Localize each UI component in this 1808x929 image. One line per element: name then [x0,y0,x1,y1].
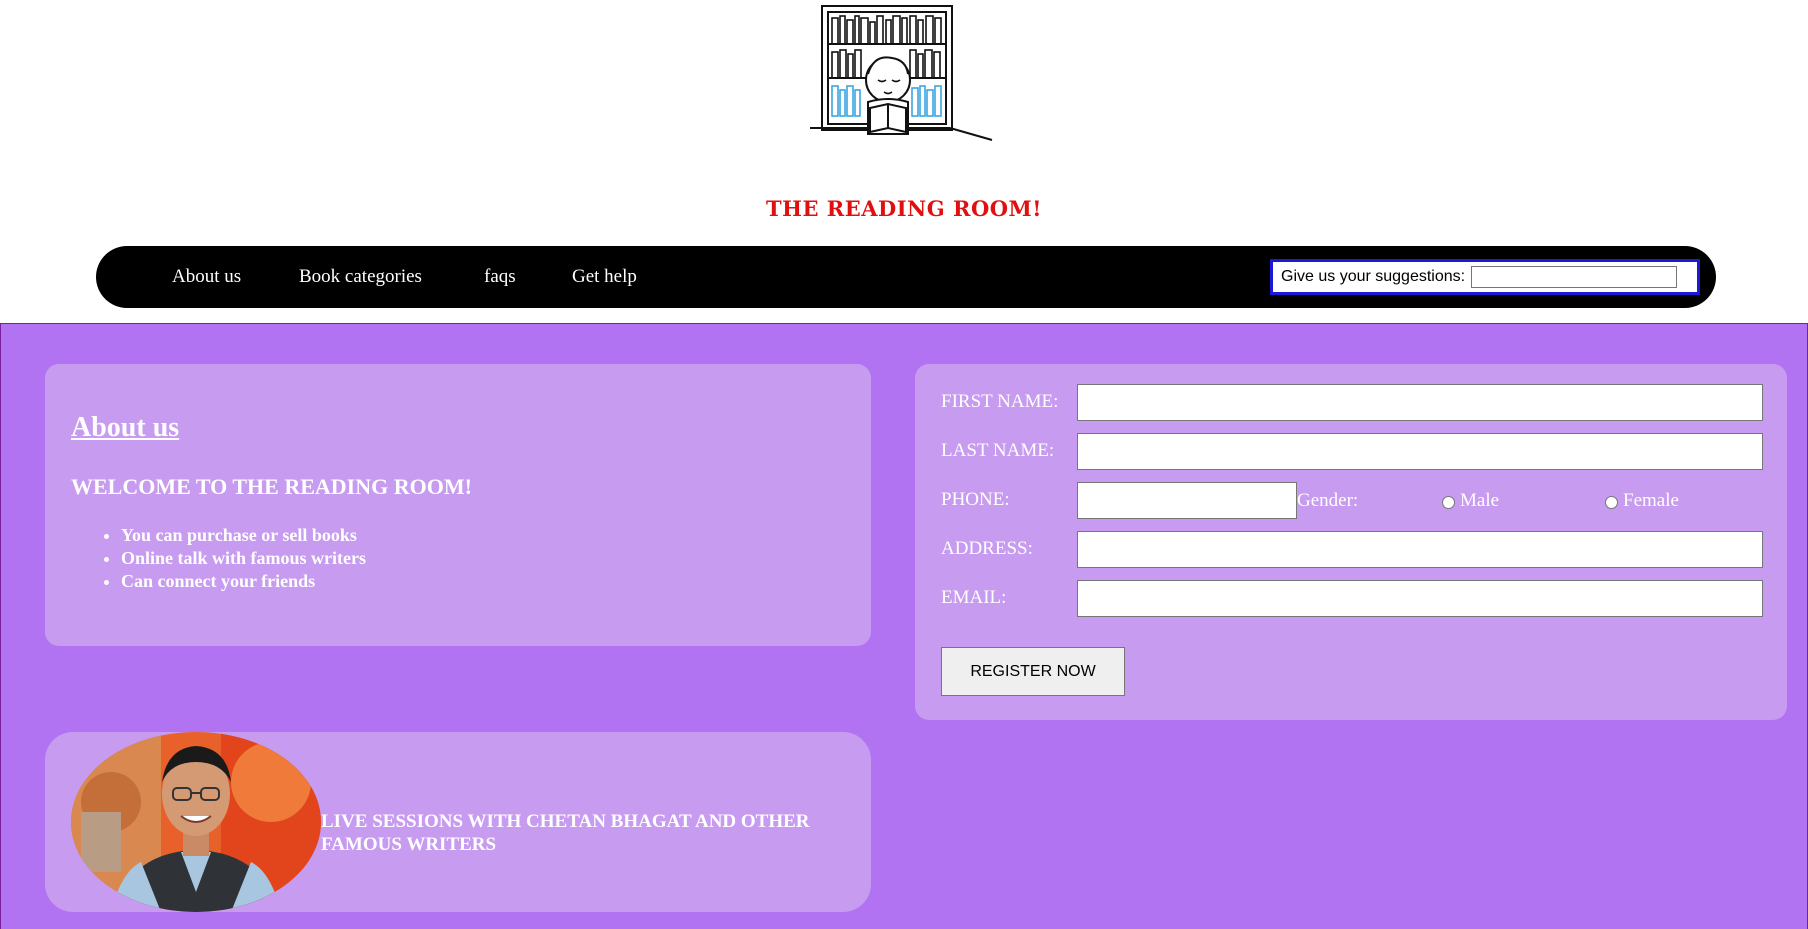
suggestion-box: Give us your suggestions: [1270,259,1700,295]
first-name-input[interactable] [1077,384,1763,421]
last-name-input[interactable] [1077,433,1763,470]
gender-female-label: Female [1623,490,1679,511]
gender-male-label: Male [1460,490,1500,511]
gender-label: Gender: [1297,490,1359,511]
list-item: Online talk with famous writers [121,547,366,570]
live-sessions-text: LIVE SESSIONS WITH CHETAN BHAGAT AND OTH… [321,811,810,855]
main-navbar: About us Book categories faqs Get help G… [96,246,1716,308]
register-now-button[interactable]: REGISTER NOW [941,647,1125,696]
address-input[interactable] [1077,531,1763,568]
registration-form: FIRST NAME: LAST NAME: PHONE: Gender: Ma… [915,364,1787,720]
email-label: EMAIL: [941,587,1007,608]
nav-item-book-categories[interactable]: Book categories [299,266,422,288]
address-label: ADDRESS: [941,538,1033,559]
about-heading: About us [71,412,180,443]
suggestion-label: Give us your suggestions: [1281,268,1466,285]
gender-female-radio[interactable] [1605,496,1618,509]
gender-male-radio[interactable] [1442,496,1455,509]
nav-item-faqs[interactable]: faqs [484,266,516,288]
phone-label: PHONE: [941,489,1010,510]
suggestion-input[interactable] [1471,266,1678,288]
live-sessions-panel: LIVE SESSIONS WITH CHETAN BHAGAT AND OTH… [45,732,871,912]
list-item: Can connect your friends [121,570,366,593]
feature-list: You can purchase or sell books Online ta… [71,524,366,593]
boy-reading-bookshelf-icon [800,4,1000,148]
writer-portrait-photo [71,732,321,912]
welcome-heading: WELCOME TO THE READING ROOM! [71,474,472,499]
phone-input[interactable] [1077,482,1297,519]
site-title: THE READING ROOM! [765,196,1042,221]
about-panel: About us WELCOME TO THE READING ROOM! Yo… [45,364,871,646]
first-name-label: FIRST NAME: [941,391,1059,412]
list-item: You can purchase or sell books [121,524,366,547]
email-input[interactable] [1077,580,1763,617]
nav-item-about-us[interactable]: About us [172,266,241,288]
last-name-label: LAST NAME: [941,440,1055,461]
nav-item-get-help[interactable]: Get help [572,266,637,288]
main-content: About us WELCOME TO THE READING ROOM! Yo… [0,323,1808,929]
